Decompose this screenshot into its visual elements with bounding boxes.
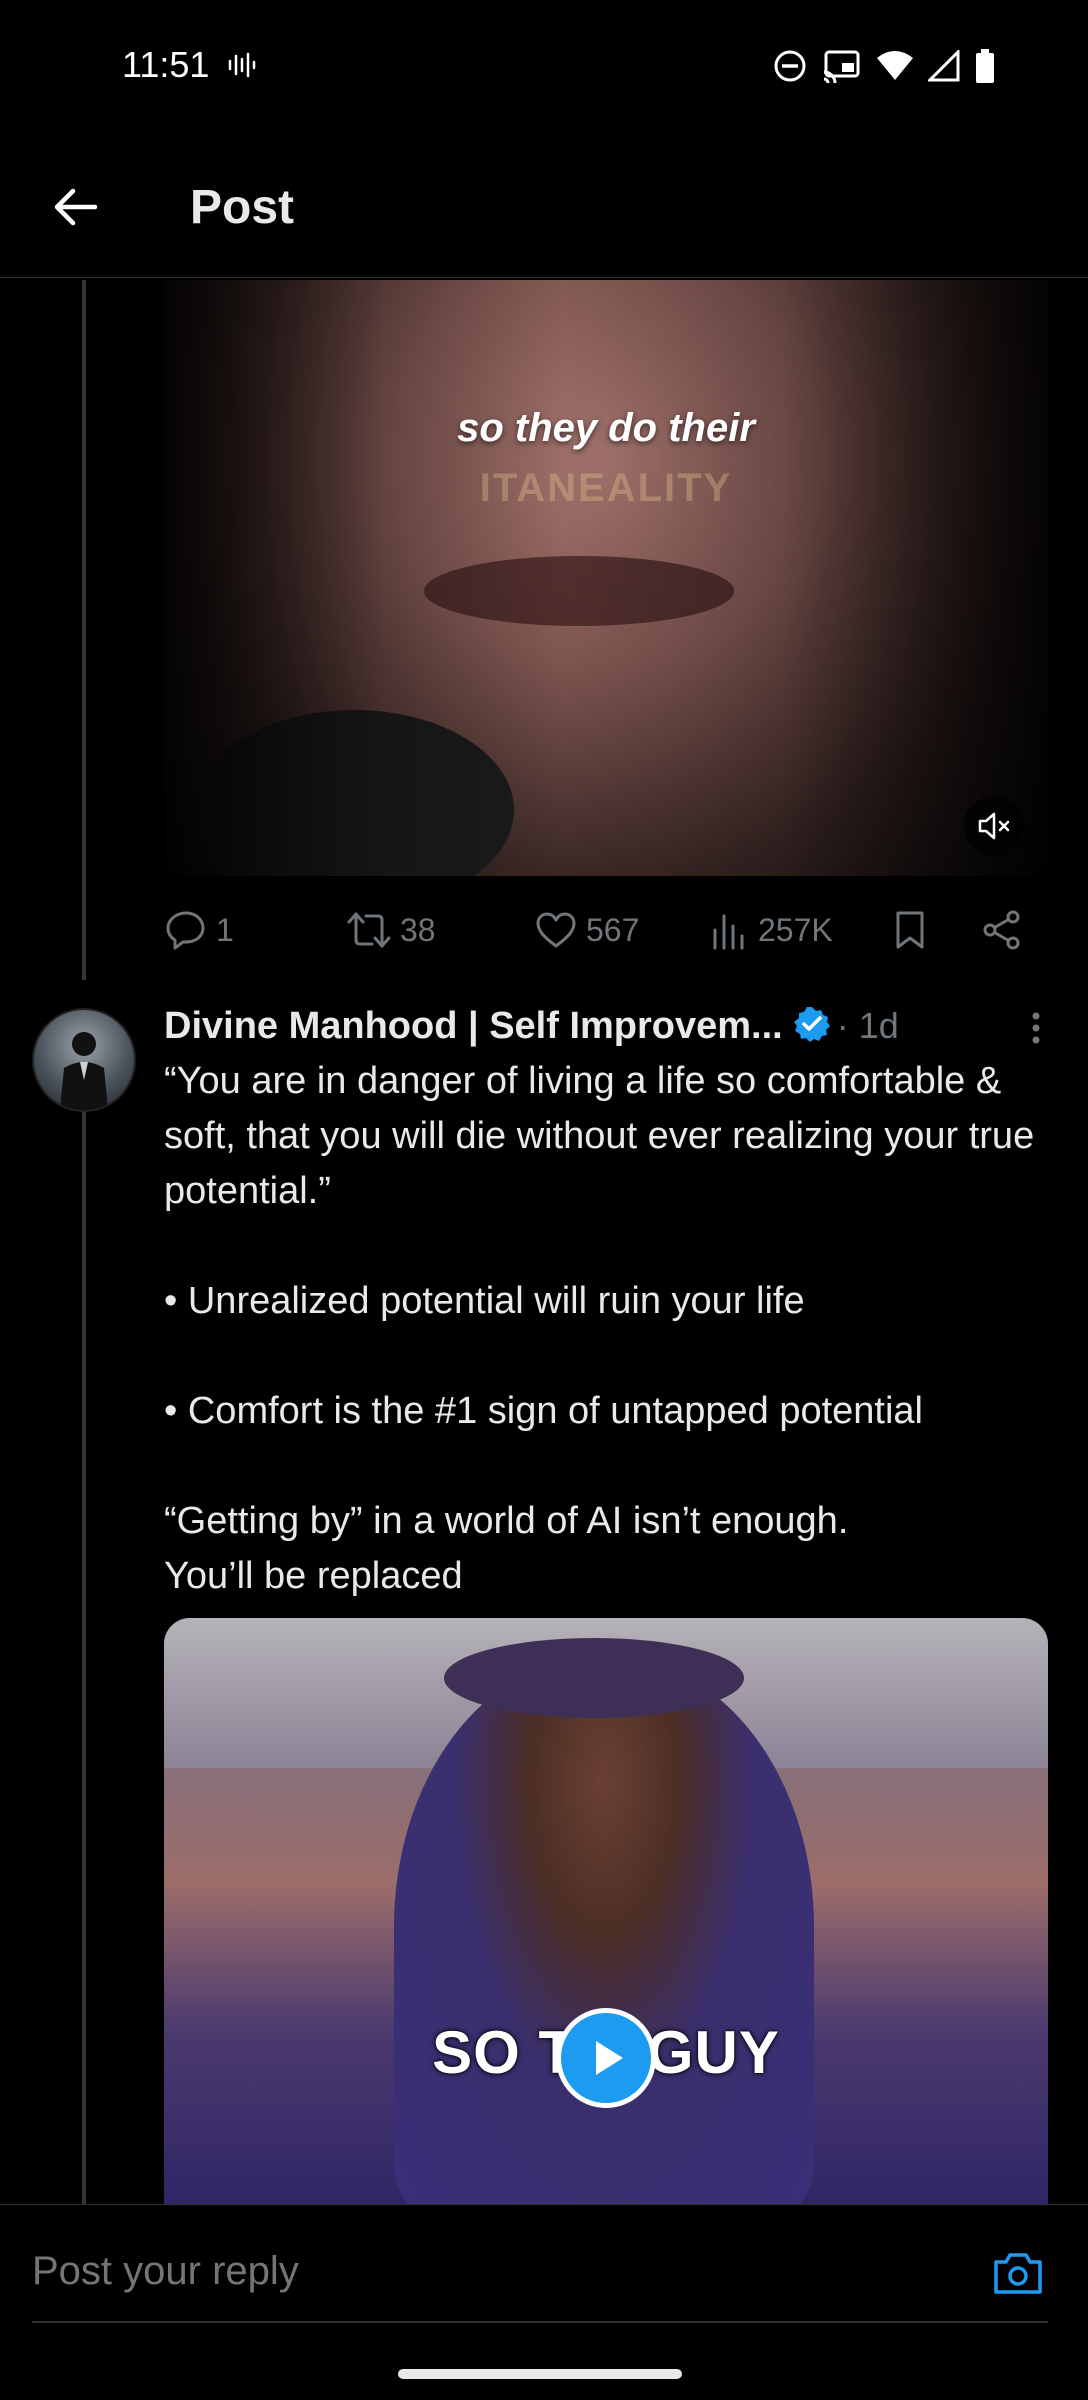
post-body: “You are in danger of living a life so c… (164, 1054, 1044, 1604)
camera-icon (994, 2253, 1042, 2294)
camera-button[interactable] (988, 2243, 1048, 2303)
reply-underline (32, 2321, 1048, 2323)
post-time: · 1d (836, 1005, 899, 1046)
page-title: Post (190, 181, 295, 234)
home-indicator[interactable] (398, 2369, 682, 2379)
video-thumbnail[interactable]: SO T GUY (164, 1618, 1048, 2208)
views-button[interactable]: 257K (710, 908, 833, 952)
heart-icon (536, 912, 576, 948)
do-not-disturb-icon (772, 48, 808, 89)
post-header: Divine Manhood | Self Improvem... · 1d (164, 998, 1064, 1054)
post-paragraph: • Comfort is the #1 sign of untapped pot… (164, 1390, 923, 1432)
repost-icon (347, 912, 391, 948)
verified-badge-icon (793, 1005, 831, 1048)
action-bar: 1 38 567 257K (164, 900, 1048, 960)
status-icons (772, 48, 996, 89)
thread-line (82, 1086, 86, 2206)
video-frame-shade (164, 280, 1048, 876)
share-icon (983, 910, 1020, 950)
post-paragraph: “Getting by” in a world of AI isn’t enou… (164, 1500, 849, 1597)
comment-icon (166, 911, 205, 950)
avatar-silhouette-icon (60, 1032, 108, 1110)
play-button[interactable] (556, 2008, 656, 2108)
arrow-left-icon (54, 188, 98, 226)
cell-signal-icon (926, 48, 960, 87)
reply-input[interactable] (32, 2249, 932, 2294)
header: Post (0, 140, 1088, 278)
audio-wave-icon (226, 50, 256, 85)
reply-button[interactable]: 1 (164, 908, 234, 952)
speaker-muted-icon (978, 812, 1010, 840)
video-frame-detail (394, 1658, 814, 2208)
like-button[interactable]: 567 (534, 908, 639, 952)
cast-icon (822, 49, 862, 88)
more-vertical-icon (1032, 1012, 1040, 1044)
repost-button[interactable]: 38 (346, 908, 436, 952)
reply-bar (0, 2204, 1088, 2400)
video-frame-detail (444, 1638, 744, 1718)
share-button[interactable] (980, 908, 1024, 952)
more-options-button[interactable] (1028, 1008, 1044, 1053)
video-player[interactable]: so they do their ITANEALITY (164, 280, 1048, 876)
mute-button[interactable] (964, 796, 1024, 856)
reply-count: 1 (216, 911, 234, 948)
author-name[interactable]: Divine Manhood | Self Improvem... (164, 1005, 783, 1048)
avatar[interactable] (32, 1008, 136, 1112)
back-button[interactable] (40, 172, 110, 242)
post-paragraph: • Unrealized potential will ruin your li… (164, 1280, 805, 1322)
like-count: 567 (586, 911, 640, 948)
thread-line (82, 280, 86, 980)
wifi-icon (876, 50, 914, 87)
video-caption-faded: ITANEALITY (479, 466, 733, 510)
bookmark-button[interactable] (890, 908, 930, 952)
view-count: 257K (758, 911, 833, 948)
repost-count: 38 (400, 911, 436, 948)
analytics-icon (713, 914, 744, 950)
status-time: 11:51 (122, 44, 210, 85)
battery-icon (974, 48, 996, 89)
play-icon (596, 2041, 623, 2075)
video-caption: so they do their (457, 406, 755, 450)
status-bar: 11:51 (0, 0, 1088, 130)
post-paragraph: “You are in danger of living a life so c… (164, 1060, 1045, 1212)
bookmark-icon (896, 911, 924, 949)
